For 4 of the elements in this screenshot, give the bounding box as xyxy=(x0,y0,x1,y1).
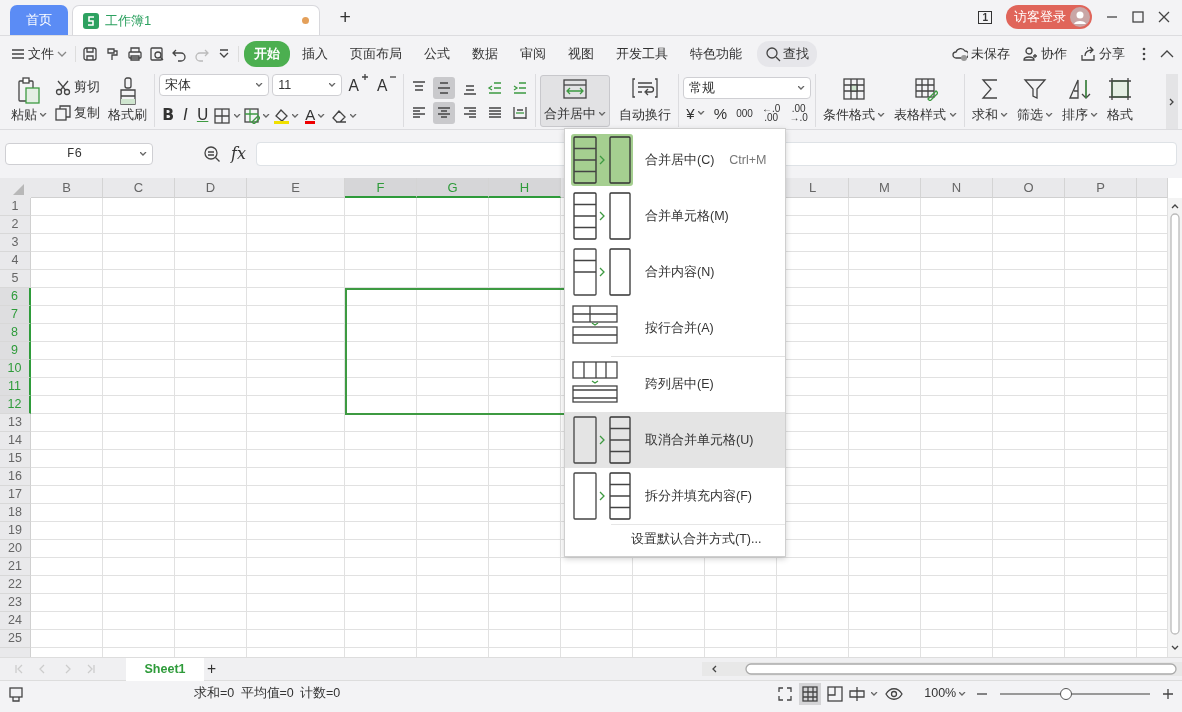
page-indicator: 1 xyxy=(978,10,992,24)
status-stat: 求和=0 xyxy=(194,685,235,703)
status-stat: 平均值=0 xyxy=(240,685,294,703)
status-stat: 计数=0 xyxy=(300,685,341,703)
